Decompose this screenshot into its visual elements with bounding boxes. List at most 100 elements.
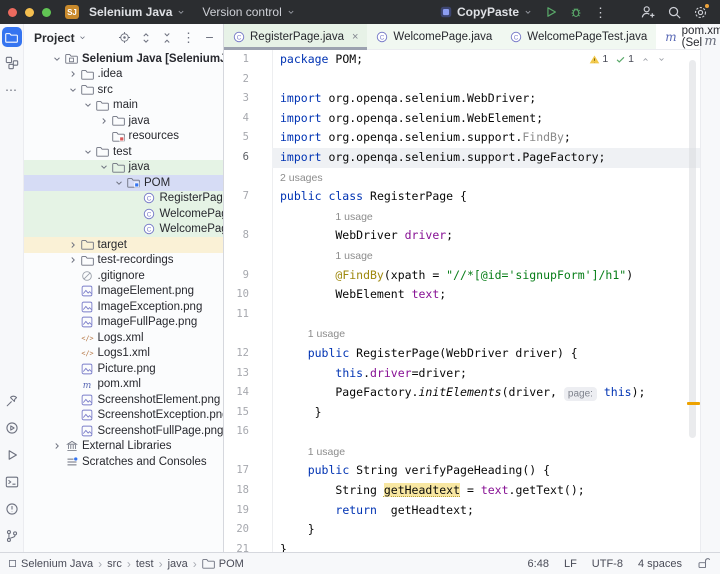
line-number[interactable]: 11 <box>224 305 272 325</box>
breadcrumb-src[interactable]: src <box>107 558 122 570</box>
line-number[interactable]: 5 <box>224 128 272 148</box>
search-everywhere-icon[interactable] <box>667 5 682 20</box>
prev-problem-icon[interactable] <box>641 55 650 64</box>
close-button[interactable] <box>8 8 17 17</box>
tree-item-resources[interactable]: resources <box>24 129 223 145</box>
project-tool-button[interactable] <box>2 27 22 47</box>
chevron-expanded-icon[interactable] <box>112 178 126 188</box>
git-branch-tool-button[interactable] <box>2 525 22 547</box>
line-number[interactable]: 17 <box>224 461 272 481</box>
caret-position-widget[interactable]: 6:48 <box>528 558 549 570</box>
tree-item-screenshotelement-png[interactable]: ScreenshotElement.png <box>24 392 223 408</box>
inspection-widget[interactable]: 1 1 <box>585 52 670 66</box>
line-number[interactable]: 6 <box>224 148 272 168</box>
tree-item-target[interactable]: target <box>24 237 223 253</box>
tree-item-selenium-java-seleniumjava[interactable]: Selenium Java [SeleniumJava]~/IdeaProj <box>24 51 223 67</box>
tree-item-welcomepage[interactable]: CWelcomePage <box>24 206 223 222</box>
line-number[interactable]: 8 <box>224 226 272 246</box>
zoom-button[interactable] <box>42 8 51 17</box>
debug-button[interactable] <box>569 5 583 19</box>
tree-item-gitignore[interactable]: .gitignore <box>24 268 223 284</box>
tab-pom-xml-sel[interactable]: mpom.xml (Sel <box>656 24 720 49</box>
tree-item-java[interactable]: java <box>24 160 223 176</box>
inlay-hint-row[interactable]: 1 usage <box>224 207 700 227</box>
line-number[interactable]: 2 <box>224 70 272 90</box>
tree-item-idea[interactable]: .idea <box>24 67 223 83</box>
chevron-expanded-icon[interactable] <box>66 85 80 95</box>
chevron-collapsed-icon[interactable] <box>97 116 111 126</box>
chevron-expanded-icon[interactable] <box>50 54 64 64</box>
services-tool-button[interactable] <box>2 417 22 439</box>
code-with-me-icon[interactable] <box>640 4 656 20</box>
tree-item-imagefullpage-png[interactable]: ImageFullPage.png <box>24 315 223 331</box>
next-problem-icon[interactable] <box>657 55 666 64</box>
collapse-all-icon[interactable] <box>161 32 173 44</box>
run-button[interactable] <box>544 5 558 19</box>
code-line[interactable]: 19 return getHeadtext; <box>224 501 700 521</box>
code-line[interactable]: 3import org.openqa.selenium.WebDriver; <box>224 89 700 109</box>
breadcrumb-pom[interactable]: POM <box>202 557 244 570</box>
inlay-hint-row[interactable]: 2 usages <box>224 168 700 188</box>
line-number[interactable]: 1 <box>224 50 272 70</box>
tree-item-external-libraries[interactable]: External Libraries <box>24 439 223 455</box>
code-line[interactable]: 20 } <box>224 520 700 540</box>
line-number[interactable]: 21 <box>224 540 272 552</box>
tree-item-pom-xml[interactable]: mpom.xml <box>24 377 223 393</box>
encoding-widget[interactable]: UTF-8 <box>592 558 623 570</box>
expand-all-icon[interactable] <box>140 32 152 44</box>
tree-item-imageelement-png[interactable]: ImageElement.png <box>24 284 223 300</box>
vcs-widget[interactable]: Version control <box>202 5 295 19</box>
code-line[interactable]: 18 String getHeadtext = text.getText(); <box>224 481 700 501</box>
run-tool-button[interactable] <box>2 444 22 466</box>
warnings-indicator[interactable]: 1 <box>589 53 608 65</box>
line-number[interactable]: 10 <box>224 285 272 305</box>
tree-item-registerpage[interactable]: CRegisterPage <box>24 191 223 207</box>
typos-indicator[interactable]: 1 <box>615 53 634 65</box>
tree-item-test-recordings[interactable]: test-recordings <box>24 253 223 269</box>
chevron-collapsed-icon[interactable] <box>50 441 64 451</box>
line-number[interactable]: 4 <box>224 109 272 129</box>
code-line[interactable]: 9 @FindBy(xpath = "//*[@id='signupForm']… <box>224 266 700 286</box>
code-line[interactable]: 14 PageFactory.initElements(driver, page… <box>224 383 700 403</box>
inlay-hint-row[interactable]: 1 usage <box>224 246 700 266</box>
tree-item-screenshotexception-png[interactable]: ScreenshotException.png <box>24 408 223 424</box>
run-configuration-selector[interactable]: CopyPaste <box>439 5 533 19</box>
structure-tool-button[interactable] <box>2 52 22 74</box>
code-line[interactable]: 7public class RegisterPage { <box>224 187 700 207</box>
code-line[interactable]: 10 WebElement text; <box>224 285 700 305</box>
terminal-tool-button[interactable] <box>2 471 22 493</box>
more-h-tool-button[interactable]: ⋯ <box>2 79 22 101</box>
line-number[interactable]: 18 <box>224 481 272 501</box>
code-line[interactable]: 11 <box>224 305 700 325</box>
line-number[interactable]: 12 <box>224 344 272 364</box>
line-number[interactable]: 19 <box>224 501 272 521</box>
tree-item-pom[interactable]: POM <box>24 175 223 191</box>
line-number[interactable]: 9 <box>224 266 272 286</box>
chevron-collapsed-icon[interactable] <box>66 255 80 265</box>
code-line[interactable]: 6import org.openqa.selenium.support.Page… <box>224 148 700 168</box>
hammer-tool-button[interactable] <box>2 390 22 412</box>
project-widget[interactable]: SJ Selenium Java <box>65 5 186 19</box>
code-line[interactable]: 2 <box>224 70 700 90</box>
tree-item-logs-xml[interactable]: </>Logs.xml <box>24 330 223 346</box>
indent-widget[interactable]: 4 spaces <box>638 558 682 570</box>
code-line[interactable]: 21} <box>224 540 700 552</box>
code-editor[interactable]: 1package POM;23import org.openqa.seleniu… <box>224 50 700 552</box>
settings-gear-icon[interactable] <box>693 5 708 20</box>
tree-item-logs1-xml[interactable]: </>Logs1.xml <box>24 346 223 362</box>
tree-item-test[interactable]: test <box>24 144 223 160</box>
breadcrumb-selenium-java[interactable]: Selenium Java <box>8 558 93 570</box>
line-number[interactable]: 20 <box>224 520 272 540</box>
line-number[interactable]: 14 <box>224 383 272 403</box>
tree-item-welcomepagetest[interactable]: CWelcomePageTest <box>24 222 223 238</box>
chevron-expanded-icon[interactable] <box>81 100 95 110</box>
tree-item-screenshotfullpage-png[interactable]: ScreenshotFullPage.png <box>24 423 223 439</box>
tree-item-main[interactable]: main <box>24 98 223 114</box>
chevron-collapsed-icon[interactable] <box>66 69 80 79</box>
parameter-hint[interactable]: page: <box>564 387 597 401</box>
line-separator-widget[interactable]: LF <box>564 558 577 570</box>
minimize-button[interactable] <box>25 8 34 17</box>
line-number[interactable]: 7 <box>224 187 272 207</box>
breadcrumb-java[interactable]: java <box>168 558 188 570</box>
lock-icon[interactable] <box>697 557 710 570</box>
